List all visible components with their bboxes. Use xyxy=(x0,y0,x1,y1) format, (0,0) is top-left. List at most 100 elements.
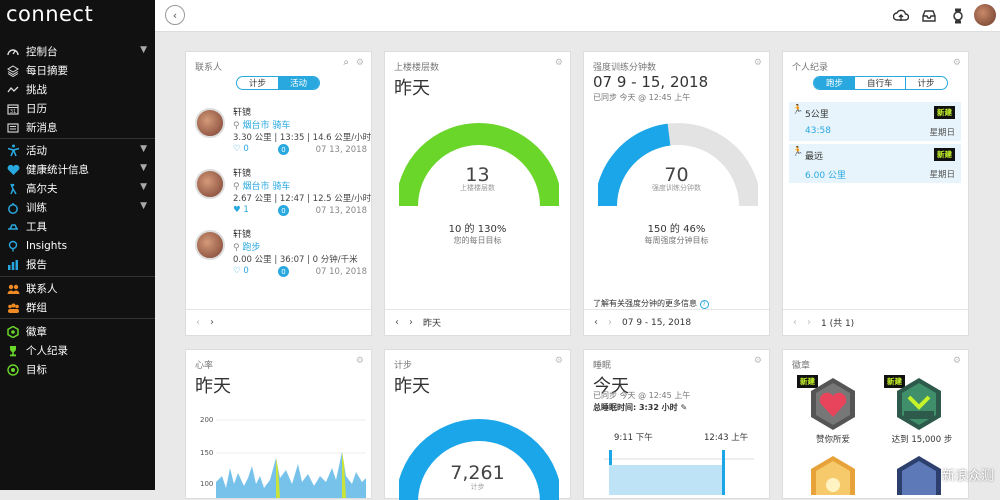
like-button[interactable]: ♥ 1 xyxy=(233,205,249,215)
sidebar-item-label: 徽章 xyxy=(26,326,47,338)
prev-arrow-icon[interactable]: ‹ xyxy=(196,317,200,328)
sidebar-item-news[interactable]: 新消息 xyxy=(0,118,155,137)
sidebar-item-groups[interactable]: 群组 xyxy=(0,298,155,317)
info-icon[interactable]: ? xyxy=(699,300,709,309)
period-title: 昨天 xyxy=(394,78,430,99)
tab-activities[interactable]: 活动 xyxy=(278,77,320,89)
sidebar-item-label: 日历 xyxy=(26,103,47,115)
record-name: 最远 xyxy=(805,152,824,162)
tab-steps[interactable]: 计步 xyxy=(237,77,278,89)
next-arrow-icon[interactable]: › xyxy=(210,317,214,328)
comment-badge[interactable]: 0 xyxy=(278,205,289,216)
activity-link[interactable]: ⚲ 跑步 xyxy=(233,240,260,253)
tab-cycling[interactable]: 自行车 xyxy=(855,77,906,89)
avatar[interactable] xyxy=(195,108,225,138)
gear-icon[interactable]: ⚙ xyxy=(356,58,364,68)
gear-icon[interactable]: ⚙ xyxy=(754,58,762,68)
goal-label: 每周强度分钟目标 xyxy=(644,236,709,245)
sidebar-item-label: 工具 xyxy=(26,221,47,233)
sidebar-item-dashboard[interactable]: 控制台 ▼ xyxy=(0,42,155,61)
user-avatar[interactable] xyxy=(974,4,996,26)
gear-icon[interactable]: ⚙ xyxy=(555,58,563,68)
list-item[interactable]: 轩镜 ⚲ 烟台市 骑车 2.67 公里 | 12:47 | 12.5 公里/小时… xyxy=(195,165,371,223)
medal-badge-icon[interactable] xyxy=(895,455,943,495)
gear-icon[interactable]: ⚙ xyxy=(754,356,762,366)
record-value[interactable]: 43:58 xyxy=(805,126,831,136)
list-item[interactable]: 轩镜 ⚲ 跑步 0.00 公里 | 36:07 | 0 分钟/千米 ♡ 0 0 … xyxy=(195,226,367,284)
next-arrow-icon[interactable]: › xyxy=(608,317,612,328)
gear-icon[interactable]: ⚙ xyxy=(555,356,563,366)
new-tag: 新建 xyxy=(934,106,955,119)
layers-icon xyxy=(6,64,20,78)
avatar[interactable] xyxy=(195,230,225,260)
prev-arrow-icon[interactable]: ‹ xyxy=(395,317,399,328)
sidebar-item-challenge[interactable]: 挑战 xyxy=(0,80,155,99)
like-button[interactable]: ♡ 0 xyxy=(233,144,249,154)
learn-more-link[interactable]: 了解有关强度分钟的更多信息 ? xyxy=(593,298,709,309)
tab-steps[interactable]: 计步 xyxy=(906,77,947,89)
record-row[interactable]: 🏃 5公里 新建 43:58 星期日 xyxy=(789,102,961,141)
prev-arrow-icon[interactable]: ‹ xyxy=(793,317,797,328)
collapse-sidebar-button[interactable]: ‹ xyxy=(165,5,185,25)
upload-icon[interactable] xyxy=(892,7,910,25)
sidebar-item-golf[interactable]: 高尔夫 ▼ xyxy=(0,179,155,198)
chevron-down-icon[interactable]: ▼ xyxy=(140,163,147,173)
activity-link[interactable]: ⚲ 烟台市 骑车 xyxy=(233,179,290,192)
like-count: 1 xyxy=(243,205,249,215)
connect-logo[interactable]: connect xyxy=(6,2,93,26)
chevron-down-icon[interactable]: ▼ xyxy=(140,201,147,211)
record-value[interactable]: 6.00 公里 xyxy=(805,168,846,181)
sidebar-item-training[interactable]: 训练 ▼ xyxy=(0,198,155,217)
watch-icon[interactable] xyxy=(949,7,967,25)
gear-icon[interactable]: ⚙ xyxy=(953,356,961,366)
sidebar-item-reports[interactable]: 报告 xyxy=(0,255,155,274)
chevron-down-icon[interactable]: ▼ xyxy=(140,45,147,55)
like-button[interactable]: ♡ 0 xyxy=(233,266,249,276)
heart-badge-icon[interactable] xyxy=(809,377,857,431)
nav-group-main: 控制台 ▼ 每日摘要 挑战 31 日历 新消息 xyxy=(0,42,155,137)
search-icon[interactable]: ⌕ xyxy=(343,57,349,68)
chevron-down-icon[interactable]: ▼ xyxy=(140,182,147,192)
sidebar-item-activity[interactable]: 活动 ▼ xyxy=(0,141,155,160)
card-title: 睡眠 xyxy=(593,361,612,371)
card-title: 个人纪录 xyxy=(792,63,829,73)
sidebar-item-records[interactable]: 个人纪录 xyxy=(0,341,155,360)
contact-name[interactable]: 轩镜 xyxy=(233,227,251,240)
learn-more-text[interactable]: 了解有关强度分钟的更多信息 xyxy=(593,299,697,308)
steps-badge-icon[interactable] xyxy=(895,377,943,431)
comment-badge[interactable]: 0 xyxy=(278,144,289,155)
contact-name[interactable]: 轩镜 xyxy=(233,166,251,179)
activity-date: 07 10, 2018 xyxy=(315,267,367,277)
sidebar-item-label: 个人纪录 xyxy=(26,345,68,357)
activity-link[interactable]: ⚲ 烟台市 骑车 xyxy=(233,118,290,131)
inbox-icon[interactable] xyxy=(920,7,938,25)
sidebar-item-calendar[interactable]: 31 日历 xyxy=(0,99,155,118)
prev-arrow-icon[interactable]: ‹ xyxy=(594,317,598,328)
sidebar-item-health[interactable]: 健康统计信息 ▼ xyxy=(0,160,155,179)
sidebar-item-insights[interactable]: Insights xyxy=(0,236,155,255)
card-footer: ‹ › 07 9 - 15, 2018 xyxy=(584,309,769,335)
sidebar-item-goals[interactable]: 目标 xyxy=(0,360,155,379)
activity-name[interactable]: 烟台市 骑车 xyxy=(242,182,290,192)
sunrise-badge-icon[interactable] xyxy=(809,455,857,495)
sidebar-item-daily-summary[interactable]: 每日摘要 xyxy=(0,61,155,80)
gear-icon[interactable]: ⚙ xyxy=(356,356,364,366)
sidebar-item-label: 高尔夫 xyxy=(26,183,58,195)
comment-badge[interactable]: 0 xyxy=(278,266,289,277)
avatar[interactable] xyxy=(195,169,225,199)
sidebar-item-badges[interactable]: 徽章 xyxy=(0,322,155,341)
tab-running[interactable]: 跑步 xyxy=(814,77,856,89)
edit-pencil-icon[interactable]: ✎ xyxy=(680,403,687,412)
list-item[interactable]: 轩镜 ⚲ 烟台市 骑车 3.30 公里 | 13:35 | 14.6 公里/小时… xyxy=(195,104,371,162)
activity-name[interactable]: 烟台市 骑车 xyxy=(242,121,290,131)
contact-name[interactable]: 轩镜 xyxy=(233,105,251,118)
chevron-down-icon[interactable]: ▼ xyxy=(140,144,147,154)
next-arrow-icon[interactable]: › xyxy=(409,317,413,328)
next-arrow-icon[interactable]: › xyxy=(807,317,811,328)
record-row[interactable]: 🏃 最远 新建 6.00 公里 星期日 xyxy=(789,144,961,183)
activity-name[interactable]: 跑步 xyxy=(242,243,260,253)
card-footer: ‹ › xyxy=(186,309,371,335)
gear-icon[interactable]: ⚙ xyxy=(953,58,961,68)
sidebar-item-tools[interactable]: 工具 xyxy=(0,217,155,236)
sidebar-item-contacts[interactable]: 联系人 xyxy=(0,279,155,298)
